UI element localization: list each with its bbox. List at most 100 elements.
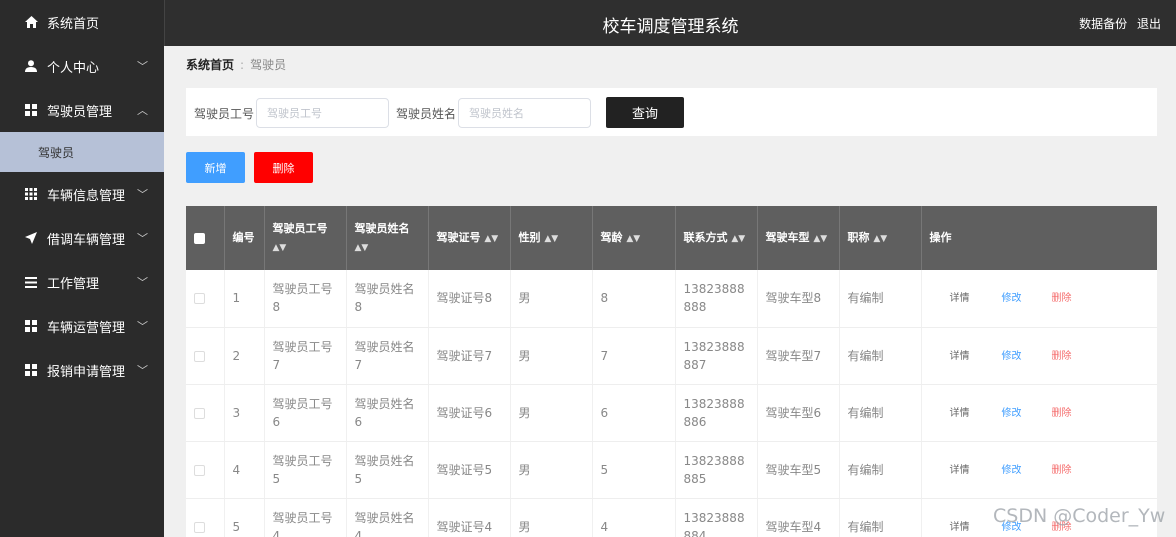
table-header-row: 编号 驾驶员工号 ▲▼ 驾驶员姓名 ▲▼ 驾驶证号 ▲▼ 性别 ▲▼ 驾龄 ▲▼ 联… (186, 206, 1157, 270)
sidebar-item-vehicle-operation[interactable]: 车辆运营管理 ﹀ (0, 304, 164, 348)
sort-icon[interactable]: ▲▼ (273, 243, 287, 253)
column-header[interactable]: 性别 ▲▼ (510, 206, 593, 270)
select-all-cell[interactable] (186, 206, 225, 270)
column-header[interactable]: 驾驶员姓名 ▲▼ (346, 206, 429, 270)
home-icon (24, 16, 38, 28)
cell-no: 2 (224, 327, 265, 385)
sidebar-item-vehicle-info[interactable]: 车辆信息管理 ﹀ (0, 172, 164, 216)
select-all-checkbox[interactable] (194, 232, 205, 244)
row-select-cell[interactable] (186, 327, 225, 385)
cell-gender: 男 (510, 384, 593, 442)
sort-icon[interactable]: ▲▼ (731, 234, 745, 244)
cell-no: 3 (224, 384, 265, 442)
breadcrumb-separator: : (240, 58, 245, 72)
search-button[interactable]: 查询 (606, 97, 684, 128)
data-backup-link[interactable]: 数据备份 (1079, 17, 1127, 31)
sort-icon[interactable]: ▲▼ (626, 234, 640, 244)
row-select-cell[interactable] (186, 498, 225, 537)
cell-driver-id: 驾驶员工号4 (264, 498, 347, 537)
cell-years: 4 (592, 498, 676, 537)
sidebar-item-driver-management[interactable]: 驾驶员管理 ︿ (0, 88, 164, 132)
chevron-down-icon: ﹀ (137, 232, 148, 245)
cell-gender: 男 (510, 498, 593, 537)
detail-link[interactable]: 详情 (950, 290, 1002, 308)
add-button[interactable]: 新增 (186, 152, 245, 183)
column-header[interactable]: 职称 ▲▼ (839, 206, 922, 270)
column-header: 操作 (921, 206, 1157, 270)
sidebar-item-home[interactable]: 系统首页 (0, 0, 164, 44)
cell-driver-name: 驾驶员姓名5 (346, 441, 429, 499)
cell-actions: 详情 修改 删除 (921, 441, 1157, 499)
cell-driver-name: 驾驶员姓名7 (346, 327, 429, 385)
breadcrumb-home[interactable]: 系统首页 (186, 58, 234, 72)
sidebar-subitem-driver[interactable]: 驾驶员 (0, 132, 164, 172)
sort-icon[interactable]: ▲▼ (544, 234, 558, 244)
cell-driver-name: 驾驶员姓名8 (346, 270, 429, 328)
delete-link[interactable]: 删除 (1052, 290, 1072, 308)
cell-driver-id: 驾驶员工号6 (264, 384, 347, 442)
cell-title: 有编制 (839, 498, 922, 537)
sidebar-item-reimbursement[interactable]: 报销申请管理 ﹀ (0, 348, 164, 392)
delete-link[interactable]: 删除 (1052, 348, 1072, 366)
driver-name-input[interactable] (458, 98, 591, 128)
sidebar-subitem-label: 驾驶员 (38, 145, 75, 160)
driver-id-input[interactable] (256, 98, 389, 128)
driver-id-label: 驾驶员工号 (194, 107, 255, 121)
breadcrumb: 系统首页: 驾驶员 (186, 56, 286, 73)
cell-license: 驾驶证号7 (428, 327, 511, 385)
chevron-down-icon: ﹀ (137, 188, 148, 201)
sort-icon[interactable]: ▲▼ (873, 234, 887, 244)
row-select-cell[interactable] (186, 441, 225, 499)
detail-link[interactable]: 详情 (950, 348, 1002, 366)
delete-link[interactable]: 删除 (1052, 405, 1072, 423)
column-header[interactable]: 驾驶车型 ▲▼ (757, 206, 840, 270)
sort-icon[interactable]: ▲▼ (484, 234, 498, 244)
send-icon (24, 232, 38, 244)
cell-actions: 详情 修改 删除 (921, 270, 1157, 328)
cell-license: 驾驶证号8 (428, 270, 511, 328)
row-checkbox[interactable] (194, 350, 205, 362)
row-checkbox[interactable] (194, 521, 205, 533)
edit-link[interactable]: 修改 (1002, 405, 1052, 423)
chevron-down-icon: ﹀ (137, 276, 148, 289)
cell-actions: 详情 修改 删除 (921, 384, 1157, 442)
column-header[interactable]: 联系方式 ▲▼ (675, 206, 758, 270)
row-select-cell[interactable] (186, 270, 225, 328)
delete-link[interactable]: 删除 (1052, 462, 1072, 480)
cell-car-type: 驾驶车型8 (757, 270, 840, 328)
cell-no: 1 (224, 270, 265, 328)
row-checkbox[interactable] (194, 293, 205, 305)
row-checkbox[interactable] (194, 407, 205, 419)
sort-icon[interactable]: ▲▼ (355, 243, 369, 253)
row-checkbox[interactable] (194, 464, 205, 476)
logout-link[interactable]: 退出 (1137, 17, 1161, 31)
column-header[interactable]: 驾驶员工号 ▲▼ (264, 206, 347, 270)
cell-driver-id: 驾驶员工号5 (264, 441, 347, 499)
sidebar-item-work-management[interactable]: 工作管理 ﹀ (0, 260, 164, 304)
batch-delete-button[interactable]: 删除 (254, 152, 313, 183)
table-row: 4 驾驶员工号5 驾驶员姓名5 驾驶证号5 男 5 13823888885 驾驶… (186, 441, 1157, 499)
detail-link[interactable]: 详情 (950, 405, 1002, 423)
driver-table: 编号 驾驶员工号 ▲▼ 驾驶员姓名 ▲▼ 驾驶证号 ▲▼ 性别 ▲▼ 驾龄 ▲▼ 联… (186, 206, 1157, 537)
chevron-down-icon: ﹀ (137, 364, 148, 377)
cell-phone: 13823888885 (675, 441, 758, 499)
sidebar-item-label: 工作管理 (47, 276, 100, 292)
edit-link[interactable]: 修改 (1002, 290, 1052, 308)
column-header[interactable]: 驾龄 ▲▼ (592, 206, 676, 270)
list-icon (24, 276, 38, 288)
detail-link[interactable]: 详情 (950, 462, 1002, 480)
edit-link[interactable]: 修改 (1002, 462, 1052, 480)
sidebar-item-label: 车辆运营管理 (47, 320, 126, 336)
cell-driver-id: 驾驶员工号8 (264, 270, 347, 328)
sidebar-item-vehicle-loan[interactable]: 借调车辆管理 ﹀ (0, 216, 164, 260)
sort-icon[interactable]: ▲▼ (813, 234, 827, 244)
cell-phone: 13823888887 (675, 327, 758, 385)
sidebar-item-personal-center[interactable]: 个人中心 ﹀ (0, 44, 164, 88)
row-select-cell[interactable] (186, 384, 225, 442)
edit-link[interactable]: 修改 (1002, 348, 1052, 366)
cell-gender: 男 (510, 441, 593, 499)
cell-car-type: 驾驶车型4 (757, 498, 840, 537)
cell-title: 有编制 (839, 441, 922, 499)
column-header[interactable]: 驾驶证号 ▲▼ (428, 206, 511, 270)
cell-driver-name: 驾驶员姓名4 (346, 498, 429, 537)
